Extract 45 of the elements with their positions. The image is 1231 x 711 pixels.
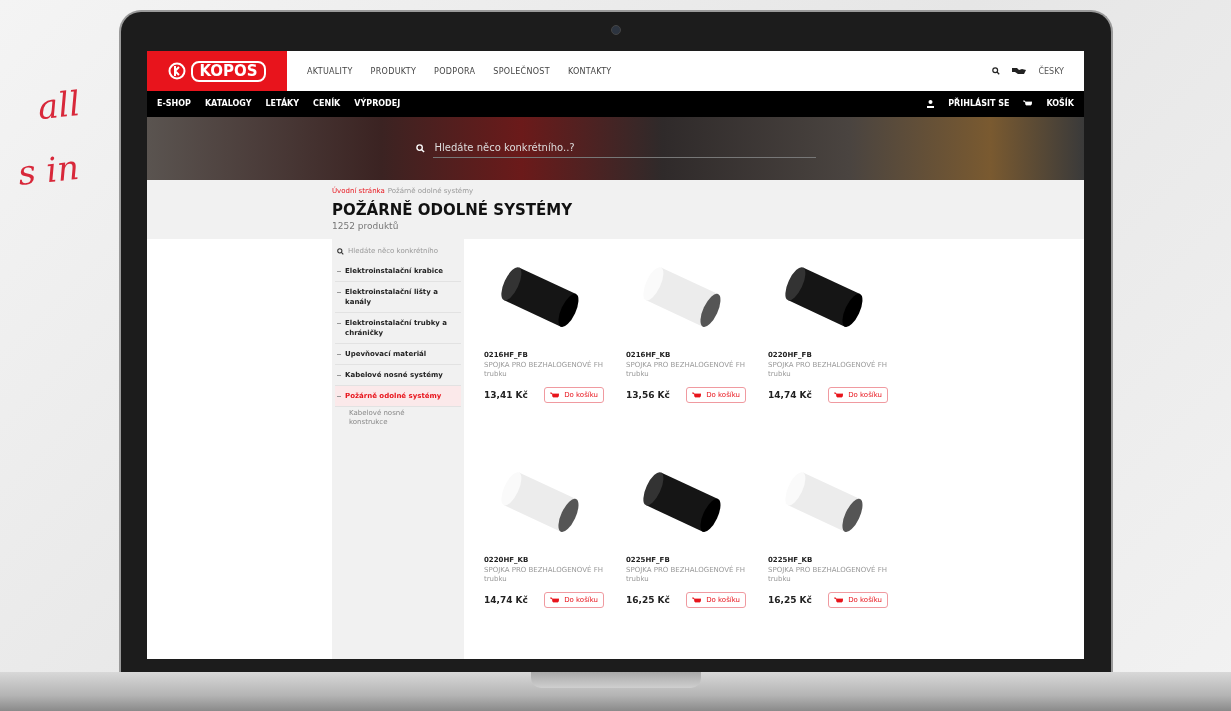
- dash-icon: [337, 323, 341, 324]
- user-icon: [927, 99, 935, 108]
- search-icon: [337, 247, 344, 255]
- handwritten-text: all: [36, 82, 82, 128]
- flag-icon: [1012, 67, 1027, 75]
- handwritten-text: s in: [16, 146, 81, 194]
- search-icon: [992, 67, 1001, 75]
- cart-link[interactable]: KOŠÍK: [1046, 99, 1074, 109]
- product-price: 16,25 Kč: [768, 595, 812, 605]
- dash-icon: [337, 354, 341, 355]
- product-count: 1252 produktů: [332, 220, 400, 231]
- cart-icon: [692, 391, 702, 399]
- cart-icon: [834, 596, 844, 604]
- logo-text[interactable]: KOPOS: [191, 60, 266, 82]
- product-price: 14,74 Kč: [484, 595, 528, 605]
- product-price: 16,25 Kč: [626, 595, 670, 605]
- sub-nav-link[interactable]: E-SHOP: [157, 99, 191, 109]
- sub-nav-link[interactable]: VÝPRODEJ: [354, 99, 401, 109]
- nav-link[interactable]: KONTAKTY: [567, 66, 612, 76]
- dash-icon: [337, 271, 341, 272]
- product-price: 14,74 Kč: [768, 390, 812, 400]
- product-price: 13,41 Kč: [484, 390, 528, 400]
- login-link[interactable]: PŘIHLÁSIT SE: [948, 99, 1010, 109]
- nav-link[interactable]: AKTUALITY: [307, 66, 353, 76]
- language-link[interactable]: ČESKY: [1038, 66, 1064, 76]
- sub-nav-link[interactable]: CENÍK: [313, 99, 341, 109]
- search-icon: [415, 143, 425, 153]
- logo-icon: [168, 62, 187, 80]
- dash-icon: [337, 292, 341, 293]
- sub-nav-link[interactable]: LETÁKY: [265, 99, 300, 109]
- cart-icon: [550, 596, 560, 604]
- dash-icon: [337, 396, 341, 397]
- hero-search-field[interactable]: Hledáte něco konkrétního..?: [432, 138, 816, 159]
- cart-icon: [550, 391, 560, 399]
- cart-icon: [1023, 100, 1033, 108]
- nav-link[interactable]: PODPORA: [434, 66, 476, 76]
- dash-icon: [337, 375, 341, 376]
- page-title: POŽÁRNĚ ODOLNÉ SYSTÉMY: [332, 200, 574, 219]
- camera-icon: [610, 25, 621, 35]
- nav-link[interactable]: PRODUKTY: [370, 66, 417, 76]
- cart-icon: [834, 391, 844, 399]
- nav-link[interactable]: SPOLEČNOST: [493, 66, 550, 76]
- cart-icon: [692, 596, 702, 604]
- product-price: 13,56 Kč: [626, 390, 670, 400]
- sub-nav-link[interactable]: KATALOGY: [204, 99, 252, 109]
